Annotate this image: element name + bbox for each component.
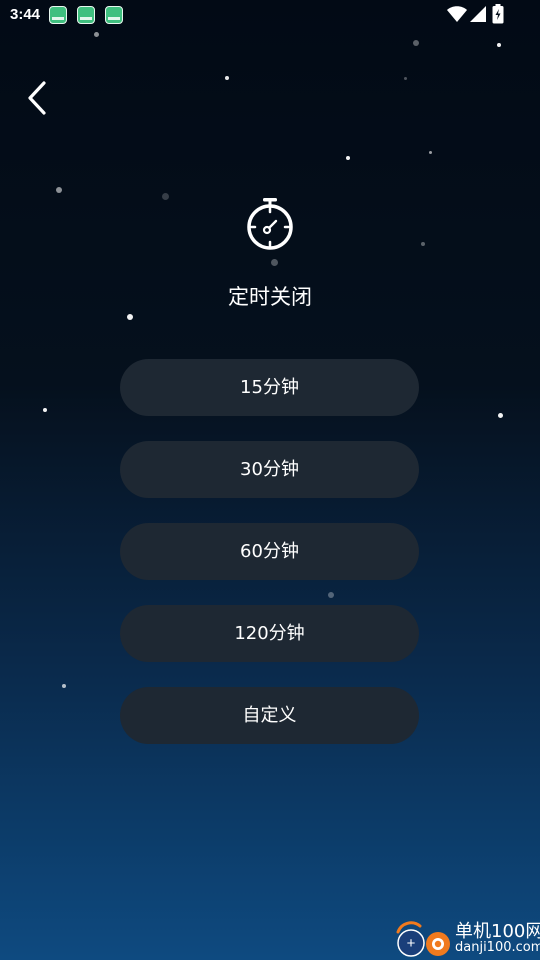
option-30-minutes-button[interactable]: 30分钟 [120,441,419,498]
app-notification-icon [105,6,123,24]
chevron-left-icon [28,81,46,115]
svg-text:+: + [407,935,416,952]
star-decoration [497,43,501,47]
app-notification-icon [49,6,67,24]
signal-icon [470,6,486,22]
star-decoration [421,242,425,246]
star-decoration [43,408,47,412]
option-60-minutes-button[interactable]: 60分钟 [120,523,419,580]
star-decoration [56,187,62,193]
watermark-url: danji100.com [455,940,540,955]
star-decoration [62,684,66,688]
stopwatch-icon [247,198,293,250]
star-decoration [271,259,278,266]
star-decoration [94,32,99,37]
star-decoration [162,193,169,200]
page-title: 定时关闭 [228,285,312,309]
option-120-minutes-button[interactable]: 120分钟 [120,605,419,662]
battery-charging-icon [492,4,504,24]
star-decoration [404,77,407,80]
star-decoration [413,40,419,46]
status-bar: 3:44 [0,0,540,30]
star-decoration [127,314,133,320]
status-time: 3:44 [10,6,41,23]
app-notification-icon [77,6,95,24]
watermark: + 单机100网 danji100.com [388,912,540,960]
watermark-logo-icon: + [396,921,450,957]
star-decoration [429,151,432,154]
star-decoration [328,592,334,598]
option-custom-button[interactable]: 自定义 [120,687,419,744]
wifi-icon [447,6,467,22]
star-decoration [498,413,503,418]
star-decoration [225,76,229,80]
option-15-minutes-button[interactable]: 15分钟 [120,359,419,416]
back-button[interactable] [22,78,58,118]
star-decoration [346,156,350,160]
